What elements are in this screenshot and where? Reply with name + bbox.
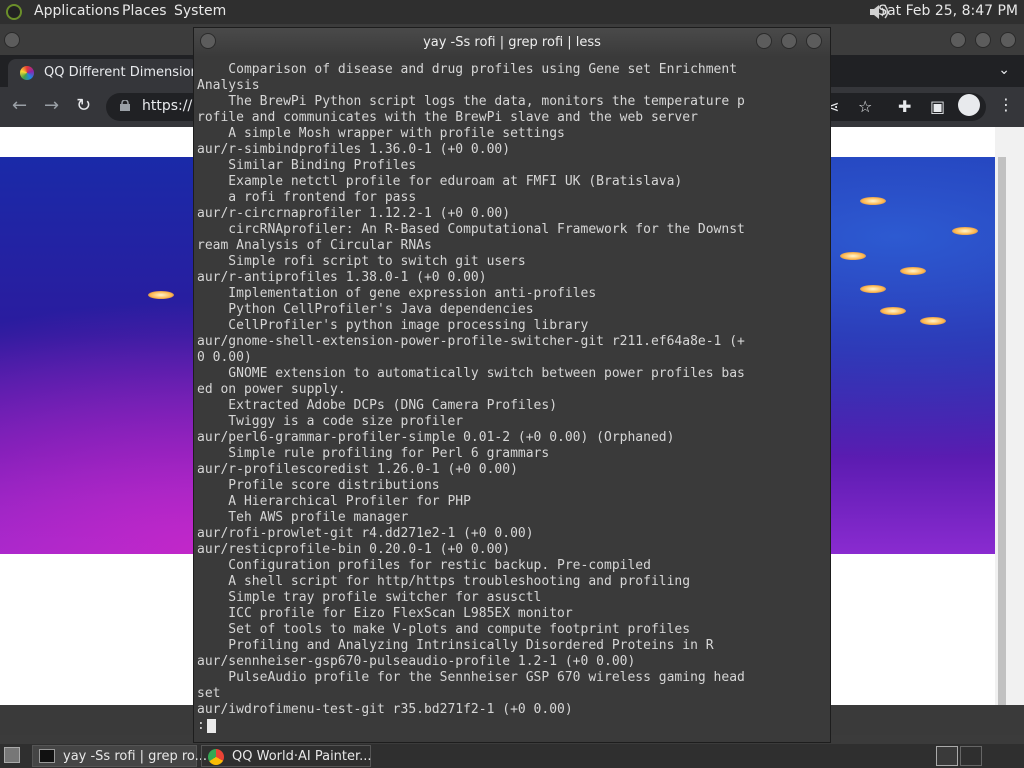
terminal-line: 0 0.00) <box>197 350 252 365</box>
top-panel: Applications Places System Sat Feb 25, 8… <box>0 0 1024 24</box>
taskbar-item-terminal[interactable]: yay -Ss rofi | grep ro... <box>32 745 207 767</box>
terminal-line: ed on power supply. <box>197 382 346 397</box>
terminal-window[interactable]: yay -Ss rofi | grep rofi | less Comparis… <box>193 27 831 743</box>
browser-menu-icon[interactable]: ⋮ <box>998 95 1014 114</box>
profile-avatar-icon[interactable] <box>958 94 980 116</box>
taskbar-item-label: QQ World·AI Painter... <box>232 749 372 764</box>
terminal-minimize-icon[interactable] <box>756 33 772 49</box>
terminal-line: Python CellProfiler's Java dependencies <box>197 302 534 317</box>
page-scrollbar-thumb[interactable] <box>998 157 1006 710</box>
bookmark-star-icon[interactable]: ☆ <box>858 97 872 116</box>
terminal-line: aur/r-profilescoredist 1.26.0-1 (+0 0.00… <box>197 462 518 477</box>
terminal-line: aur/iwdrofimenu-test-git r35.bd271f2-1 (… <box>197 702 573 717</box>
qq-favicon-icon <box>20 66 34 80</box>
lock-icon[interactable] <box>120 100 130 111</box>
extensions-icon[interactable]: ✚ <box>898 97 911 116</box>
terminal-line: The BrewPi Python script logs the data, … <box>197 94 745 109</box>
distro-logo-icon[interactable] <box>6 4 22 20</box>
terminal-line: Configuration profiles for restic backup… <box>197 558 651 573</box>
browser-tab[interactable]: QQ Different Dimension M <box>8 59 214 87</box>
side-panel-icon[interactable]: ▣ <box>930 97 945 116</box>
terminal-line: Profiling and Analyzing Intrinsically Di… <box>197 638 714 653</box>
terminal-line: aur/perl6-grammar-profiler-simple 0.01-2… <box>197 430 675 445</box>
window-menu-icon[interactable] <box>4 32 20 48</box>
tab-title: QQ Different Dimension M <box>44 65 215 80</box>
terminal-line: a rofi frontend for pass <box>197 190 417 205</box>
light-dot <box>920 317 946 325</box>
back-icon[interactable]: ← <box>12 95 27 116</box>
light-dot <box>860 197 886 205</box>
close-icon[interactable] <box>1000 32 1016 48</box>
terminal-line: Implementation of gene expression anti-p… <box>197 286 597 301</box>
show-desktop-icon[interactable] <box>4 747 20 763</box>
workspace-2-icon[interactable] <box>960 746 982 766</box>
reload-icon[interactable]: ↻ <box>76 95 91 116</box>
terminal-line: aur/gnome-shell-extension-power-profile-… <box>197 334 745 349</box>
terminal-line: Twiggy is a code size profiler <box>197 414 464 429</box>
terminal-line: aur/rofi-prowlet-git r4.dd271e2-1 (+0 0.… <box>197 526 534 541</box>
less-prompt[interactable]: : <box>197 718 205 734</box>
terminal-line: Simple rofi script to switch git users <box>197 254 526 269</box>
terminal-line: set <box>197 686 221 701</box>
terminal-app-icon <box>39 749 55 763</box>
forward-icon[interactable]: → <box>44 95 59 116</box>
terminal-line: GNOME extension to automatically switch … <box>197 366 745 381</box>
text-cursor <box>207 719 216 733</box>
terminal-line: ream Analysis of Circular RNAs <box>197 238 432 253</box>
terminal-title: yay -Ss rofi | grep rofi | less <box>423 35 601 50</box>
terminal-line: A shell script for http/https troublesho… <box>197 574 691 589</box>
terminal-line: Analysis <box>197 78 260 93</box>
light-dot <box>860 285 886 293</box>
light-dot <box>952 227 978 235</box>
chrome-app-icon <box>208 749 224 765</box>
minimize-icon[interactable] <box>950 32 966 48</box>
terminal-titlebar[interactable]: yay -Ss rofi | grep rofi | less <box>194 28 830 57</box>
system-menu[interactable]: System <box>174 3 226 19</box>
terminal-line: aur/resticprofile-bin 0.20.0-1 (+0 0.00) <box>197 542 511 557</box>
terminal-line: ICC profile for Eizo FlexScan L985EX mon… <box>197 606 573 621</box>
terminal-line: Similar Binding Profiles <box>197 158 417 173</box>
terminal-line: A Hierarchical Profiler for PHP <box>197 494 471 509</box>
terminal-menu-icon[interactable] <box>200 33 216 49</box>
terminal-line: rofile and communicates with the BrewPi … <box>197 110 698 125</box>
terminal-line: Example netctl profile for eduroam at FM… <box>197 174 683 189</box>
light-dot <box>900 267 926 275</box>
terminal-maximize-icon[interactable] <box>781 33 797 49</box>
light-dot <box>148 291 174 299</box>
terminal-line: Teh AWS profile manager <box>197 510 409 525</box>
terminal-line: PulseAudio profile for the Sennheiser GS… <box>197 670 745 685</box>
terminal-line: Profile score distributions <box>197 478 440 493</box>
light-dot <box>880 307 906 315</box>
terminal-line: circRNAprofiler: An R-Based Computationa… <box>197 222 745 237</box>
light-dot <box>840 252 866 260</box>
taskbar-item-label: yay -Ss rofi | grep ro... <box>63 749 208 764</box>
tab-search-dropdown-icon[interactable]: ⌄ <box>998 62 1010 78</box>
terminal-line: aur/r-circrnaprofiler 1.12.2-1 (+0 0.00) <box>197 206 511 221</box>
terminal-line: aur/r-antiprofiles 1.38.0-1 (+0 0.00) <box>197 270 487 285</box>
clock[interactable]: Sat Feb 25, 8:47 PM <box>878 3 1018 19</box>
places-menu[interactable]: Places <box>122 3 167 19</box>
terminal-close-icon[interactable] <box>806 33 822 49</box>
workspace-1-icon[interactable] <box>936 746 958 766</box>
terminal-output[interactable]: Comparison of disease and drug profiles … <box>197 59 829 739</box>
terminal-line: aur/r-simbindprofiles 1.36.0-1 (+0 0.00) <box>197 142 511 157</box>
terminal-line: Set of tools to make V-plots and compute… <box>197 622 691 637</box>
terminal-line: Comparison of disease and drug profiles … <box>197 62 738 77</box>
terminal-line: Simple tray profile switcher for asusctl <box>197 590 542 605</box>
url-text: https:// <box>142 98 193 114</box>
terminal-line: A simple Mosh wrapper with profile setti… <box>197 126 565 141</box>
maximize-icon[interactable] <box>975 32 991 48</box>
bottom-panel: yay -Ss rofi | grep ro... QQ World·AI Pa… <box>0 744 1024 768</box>
terminal-line: Extracted Adobe DCPs (DNG Camera Profile… <box>197 398 558 413</box>
terminal-line: aur/sennheiser-gsp670-pulseaudio-profile… <box>197 654 636 669</box>
taskbar-item-browser[interactable]: QQ World·AI Painter... <box>201 745 372 767</box>
terminal-line: CellProfiler's python image processing l… <box>197 318 589 333</box>
terminal-line: Simple rule profiling for Perl 6 grammar… <box>197 446 550 461</box>
applications-menu[interactable]: Applications <box>34 3 120 19</box>
